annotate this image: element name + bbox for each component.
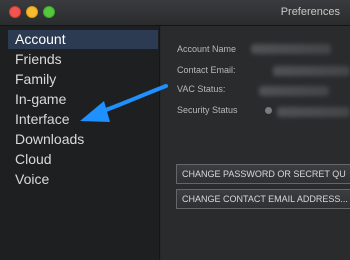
sidebar-item-cloud[interactable]: Cloud xyxy=(8,150,158,169)
contact-email-label: Contact Email: xyxy=(177,65,236,75)
maximize-window-button[interactable] xyxy=(43,6,55,18)
window-title: Preferences xyxy=(280,6,340,18)
sidebar-item-account[interactable]: Account xyxy=(8,30,158,49)
contact-email-value-redacted xyxy=(273,66,350,76)
security-status-label: Security Status xyxy=(177,105,238,115)
sidebar-item-interface[interactable]: Interface xyxy=(8,110,158,129)
sidebar-item-friends[interactable]: Friends xyxy=(8,50,158,69)
sidebar-item-downloads[interactable]: Downloads xyxy=(8,130,158,149)
sidebar-item-in-game[interactable]: In-game xyxy=(8,90,158,109)
change-password-button[interactable]: CHANGE PASSWORD OR SECRET QU xyxy=(176,164,350,184)
sidebar-item-family[interactable]: Family xyxy=(8,70,158,89)
titlebar: Preferences xyxy=(0,0,350,26)
security-status-value-redacted xyxy=(277,107,350,117)
close-window-button[interactable] xyxy=(9,6,21,18)
security-status-icon xyxy=(265,107,272,114)
preferences-window: Preferences Account Friends Family In-ga… xyxy=(0,0,350,260)
sidebar: Account Friends Family In-game Interface… xyxy=(0,26,160,260)
minimize-window-button[interactable] xyxy=(26,6,38,18)
account-panel: Account Name Contact Email: VAC Status: … xyxy=(161,26,350,260)
account-name-label: Account Name xyxy=(177,44,237,54)
change-email-button[interactable]: CHANGE CONTACT EMAIL ADDRESS... xyxy=(176,189,350,209)
vac-status-label: VAC Status: xyxy=(177,84,226,94)
sidebar-item-voice[interactable]: Voice xyxy=(8,170,158,189)
account-name-value-redacted xyxy=(251,44,331,54)
vac-status-value-redacted xyxy=(259,86,329,96)
